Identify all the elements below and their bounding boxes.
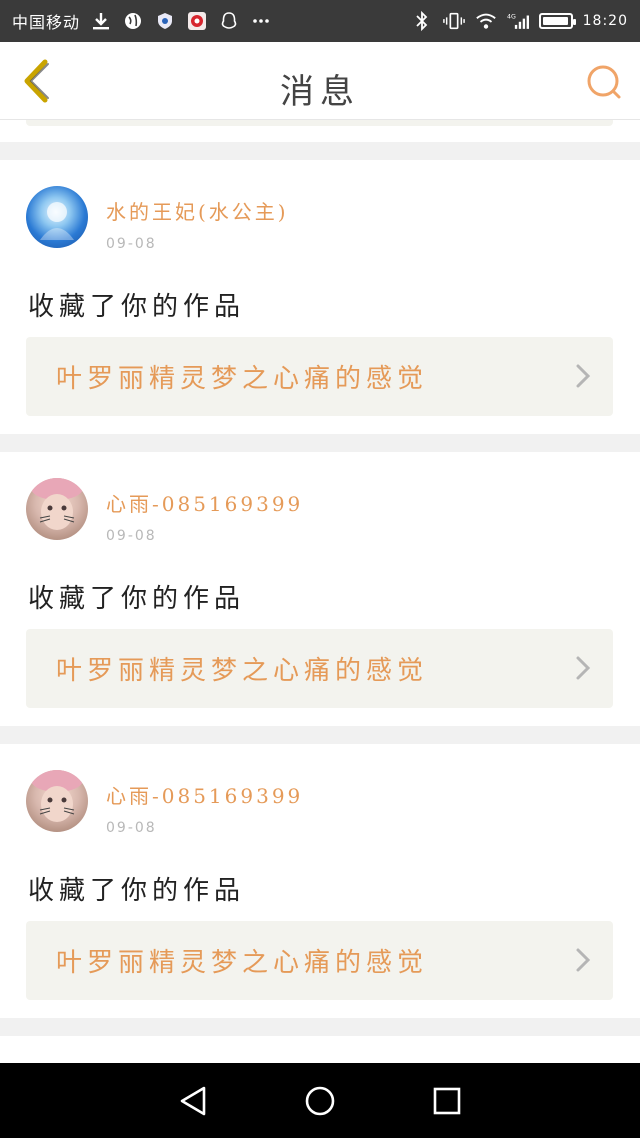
system-nav-bar (0, 1063, 640, 1138)
message-card: 水的王妃(水公主) 09-08 收藏了你的作品 叶罗丽精灵梦之心痛的感觉 (0, 160, 640, 434)
app-header: 消息 (0, 42, 640, 120)
username[interactable]: 水的王妃(水公主) (106, 196, 289, 225)
cellular-signal-icon: 4G (507, 10, 529, 32)
globe-icon (122, 10, 144, 32)
avatar[interactable] (26, 770, 88, 832)
chevron-right-icon (576, 364, 591, 388)
carrier-label: 中国移动 (12, 13, 81, 32)
app-notification-icon (186, 10, 208, 32)
clock: 18:20 (582, 13, 628, 29)
work-title: 叶罗丽精灵梦之心痛的感觉 (56, 656, 429, 686)
avatar[interactable] (26, 186, 88, 248)
nav-home-button[interactable] (298, 1079, 342, 1123)
work-link[interactable]: 叶罗丽精灵梦之心痛的感觉 (26, 921, 613, 1000)
shield-app-icon (154, 10, 176, 32)
search-button[interactable] (582, 60, 626, 104)
avatar-image (40, 202, 74, 240)
work-title: 叶罗丽精灵梦之心痛的感觉 (56, 948, 429, 978)
search-icon (587, 65, 621, 99)
download-icon (90, 10, 112, 32)
battery-icon (538, 13, 576, 29)
work-title: 叶罗丽精灵梦之心痛的感觉 (56, 364, 429, 394)
message-card: 心雨-085169399 09-08 收藏了你的作品 叶罗丽精灵梦之心痛的感觉 (0, 744, 640, 1018)
username[interactable]: 心雨-085169399 (106, 780, 303, 809)
chevron-right-icon (576, 948, 591, 972)
more-icon (250, 10, 272, 32)
username[interactable]: 心雨-085169399 (106, 488, 303, 517)
svg-text:4G: 4G (507, 14, 516, 21)
message-action: 收藏了你的作品 (28, 584, 246, 614)
qq-icon (218, 10, 240, 32)
partial-message-card (0, 1036, 640, 1063)
circle-home-icon (305, 1086, 335, 1115)
vibrate-icon (442, 10, 465, 32)
nav-recents-button[interactable] (425, 1079, 469, 1123)
chevron-right-icon (576, 656, 591, 680)
avatar[interactable] (26, 478, 88, 540)
partial-work-link (26, 120, 613, 126)
work-link[interactable]: 叶罗丽精灵梦之心痛的感觉 (26, 337, 613, 416)
message-card: 心雨-085169399 09-08 收藏了你的作品 叶罗丽精灵梦之心痛的感觉 (0, 452, 640, 726)
square-recents-icon (433, 1087, 460, 1114)
message-action: 收藏了你的作品 (28, 292, 246, 322)
bluetooth-icon (411, 10, 433, 32)
work-link[interactable]: 叶罗丽精灵梦之心痛的感觉 (26, 629, 613, 708)
partial-message-card (0, 120, 640, 142)
avatar-image (31, 770, 83, 822)
message-date: 09-08 (106, 528, 157, 544)
avatar-image (31, 478, 83, 530)
message-date: 09-08 (106, 820, 157, 836)
nav-back-button[interactable] (171, 1079, 215, 1123)
wifi-icon (475, 10, 497, 32)
message-date: 09-08 (106, 236, 157, 252)
message-action: 收藏了你的作品 (28, 876, 246, 906)
page-title: 消息 (280, 72, 360, 112)
status-bar: 中国移动 4G 18:20 (0, 0, 640, 42)
triangle-back-icon (181, 1086, 206, 1115)
